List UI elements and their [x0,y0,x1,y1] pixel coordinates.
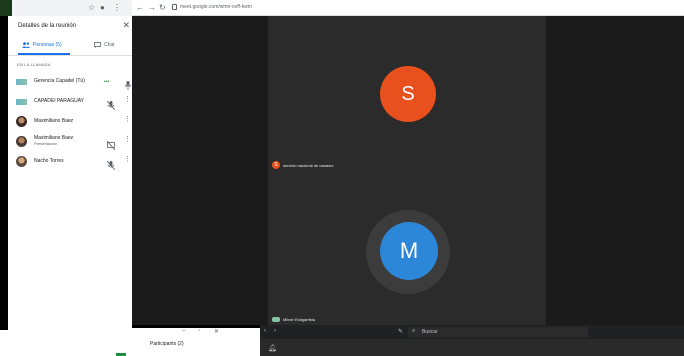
participant-avatar [16,99,27,105]
star-icon[interactable]: ☆ [88,3,95,12]
chevron-left-icon[interactable]: ‹ [264,328,266,334]
self-name-label: Milner Estigarribia [272,317,315,322]
account-icon[interactable]: ● [100,3,105,12]
people-icon [22,42,30,48]
minimize-icon[interactable]: – [182,328,185,334]
participant-row[interactable]: CAPADEI PARAGUAY ⋮ [16,94,132,111]
chat-icon [94,42,101,48]
screen-root: ☆ ● ⋮ ← → ↻ meet.google.com/wmn-ovff-kwm… [0,0,684,356]
participant-status: Presentación [34,141,58,146]
browser-chrome: ☆ ● ⋮ ← → ↻ meet.google.com/wmn-ovff-kwm [0,0,684,16]
logo-icon [272,317,280,322]
close-icon[interactable]: ✕ [122,21,130,30]
more-options-icon[interactable]: ⋮ [124,156,131,164]
more-options-icon[interactable]: ⋮ [124,136,131,144]
panel-title: Detalles de la reunión [18,23,77,29]
participant-row[interactable]: Gerencia Capadel (Tú) ••• [16,74,132,90]
search-icon: ⌕ [412,328,416,334]
menu-icon[interactable]: ⋮ [113,3,121,12]
tile-initial-badge: S [272,161,280,169]
bell-icon[interactable]: 🔔︎ [268,344,277,352]
participant-name: Nacho Torres [34,158,64,164]
close-icon[interactable]: ✕ [214,328,219,335]
more-options-icon[interactable]: ⋮ [124,96,131,104]
participant-avatar [16,116,27,127]
bottom-toolbar: ‹ › ✎ ⌕ Buscar 🔔︎ [260,325,684,356]
toolbar-row: ‹ › ✎ ⌕ Buscar [260,325,684,339]
meeting-video-area: S S servicio nacional de catastro M Miln… [132,16,684,325]
participant-row[interactable]: Maximiliano Baez ⋮ [16,114,132,130]
lock-icon [172,4,177,10]
participant-avatar [16,156,27,167]
participant-name: Maximiliano Baez [34,118,74,124]
mini-window-title: Participants (2) [150,341,184,347]
chevron-right-icon[interactable]: › [274,328,276,334]
tab-divider [8,55,132,56]
tab-people[interactable]: Personas (5) [22,42,62,48]
self-name: Milner Estigarribia [283,317,316,322]
speaking-indicator: ••• [104,79,110,85]
participant-avatar-m: M [380,222,438,280]
participant-avatar-s: S [380,66,436,122]
forward-icon[interactable]: → [148,3,156,13]
present-off-icon [106,137,116,151]
mic-off-icon [106,97,116,111]
page-bottom-area [0,330,112,356]
meeting-details-panel: Detalles de la reunión ✕ Personas (5) Ch… [8,16,132,330]
tab-chat-label: Chat [104,42,115,48]
url-text[interactable]: meet.google.com/wmn-ovff-kwm [180,4,252,10]
participant-row[interactable]: Nacho Torres ⋮ [16,154,132,171]
section-label: EN LA LLAMADA [17,62,51,67]
participant-row[interactable]: Maximiliano Baez Presentación ⋮ [16,134,132,151]
participant-name: Gerencia Capadel (Tú) [34,78,85,84]
reload-icon[interactable]: ↻ [159,3,166,13]
participant-avatar [16,136,27,147]
window-edge [0,0,12,16]
url-bar-area: ← → ↻ meet.google.com/wmn-ovff-kwm [132,0,684,16]
tab-people-label: Personas (5) [33,42,62,48]
toolbar-lower [260,339,684,356]
edit-icon[interactable]: ✎ [398,328,403,335]
video-side-left [132,16,268,325]
participant-avatar [16,79,27,85]
tile-name: servicio nacional de catastro [283,162,334,168]
video-side-right [546,16,684,325]
maximize-icon[interactable]: ▫ [198,328,200,334]
tab-chat[interactable]: Chat [94,42,115,48]
more-options-icon[interactable]: ⋮ [124,116,131,124]
mic-off-icon [106,157,116,171]
back-icon[interactable]: ← [136,3,144,13]
mic-icon [124,77,132,90]
participant-name: CAPADEI PARAGUAY [34,98,85,104]
tile-name-label: S servicio nacional de catastro [272,161,333,169]
participants-mini-window: – ▫ ✕ Participants (2) [112,328,260,356]
search-placeholder: Buscar [422,329,438,335]
